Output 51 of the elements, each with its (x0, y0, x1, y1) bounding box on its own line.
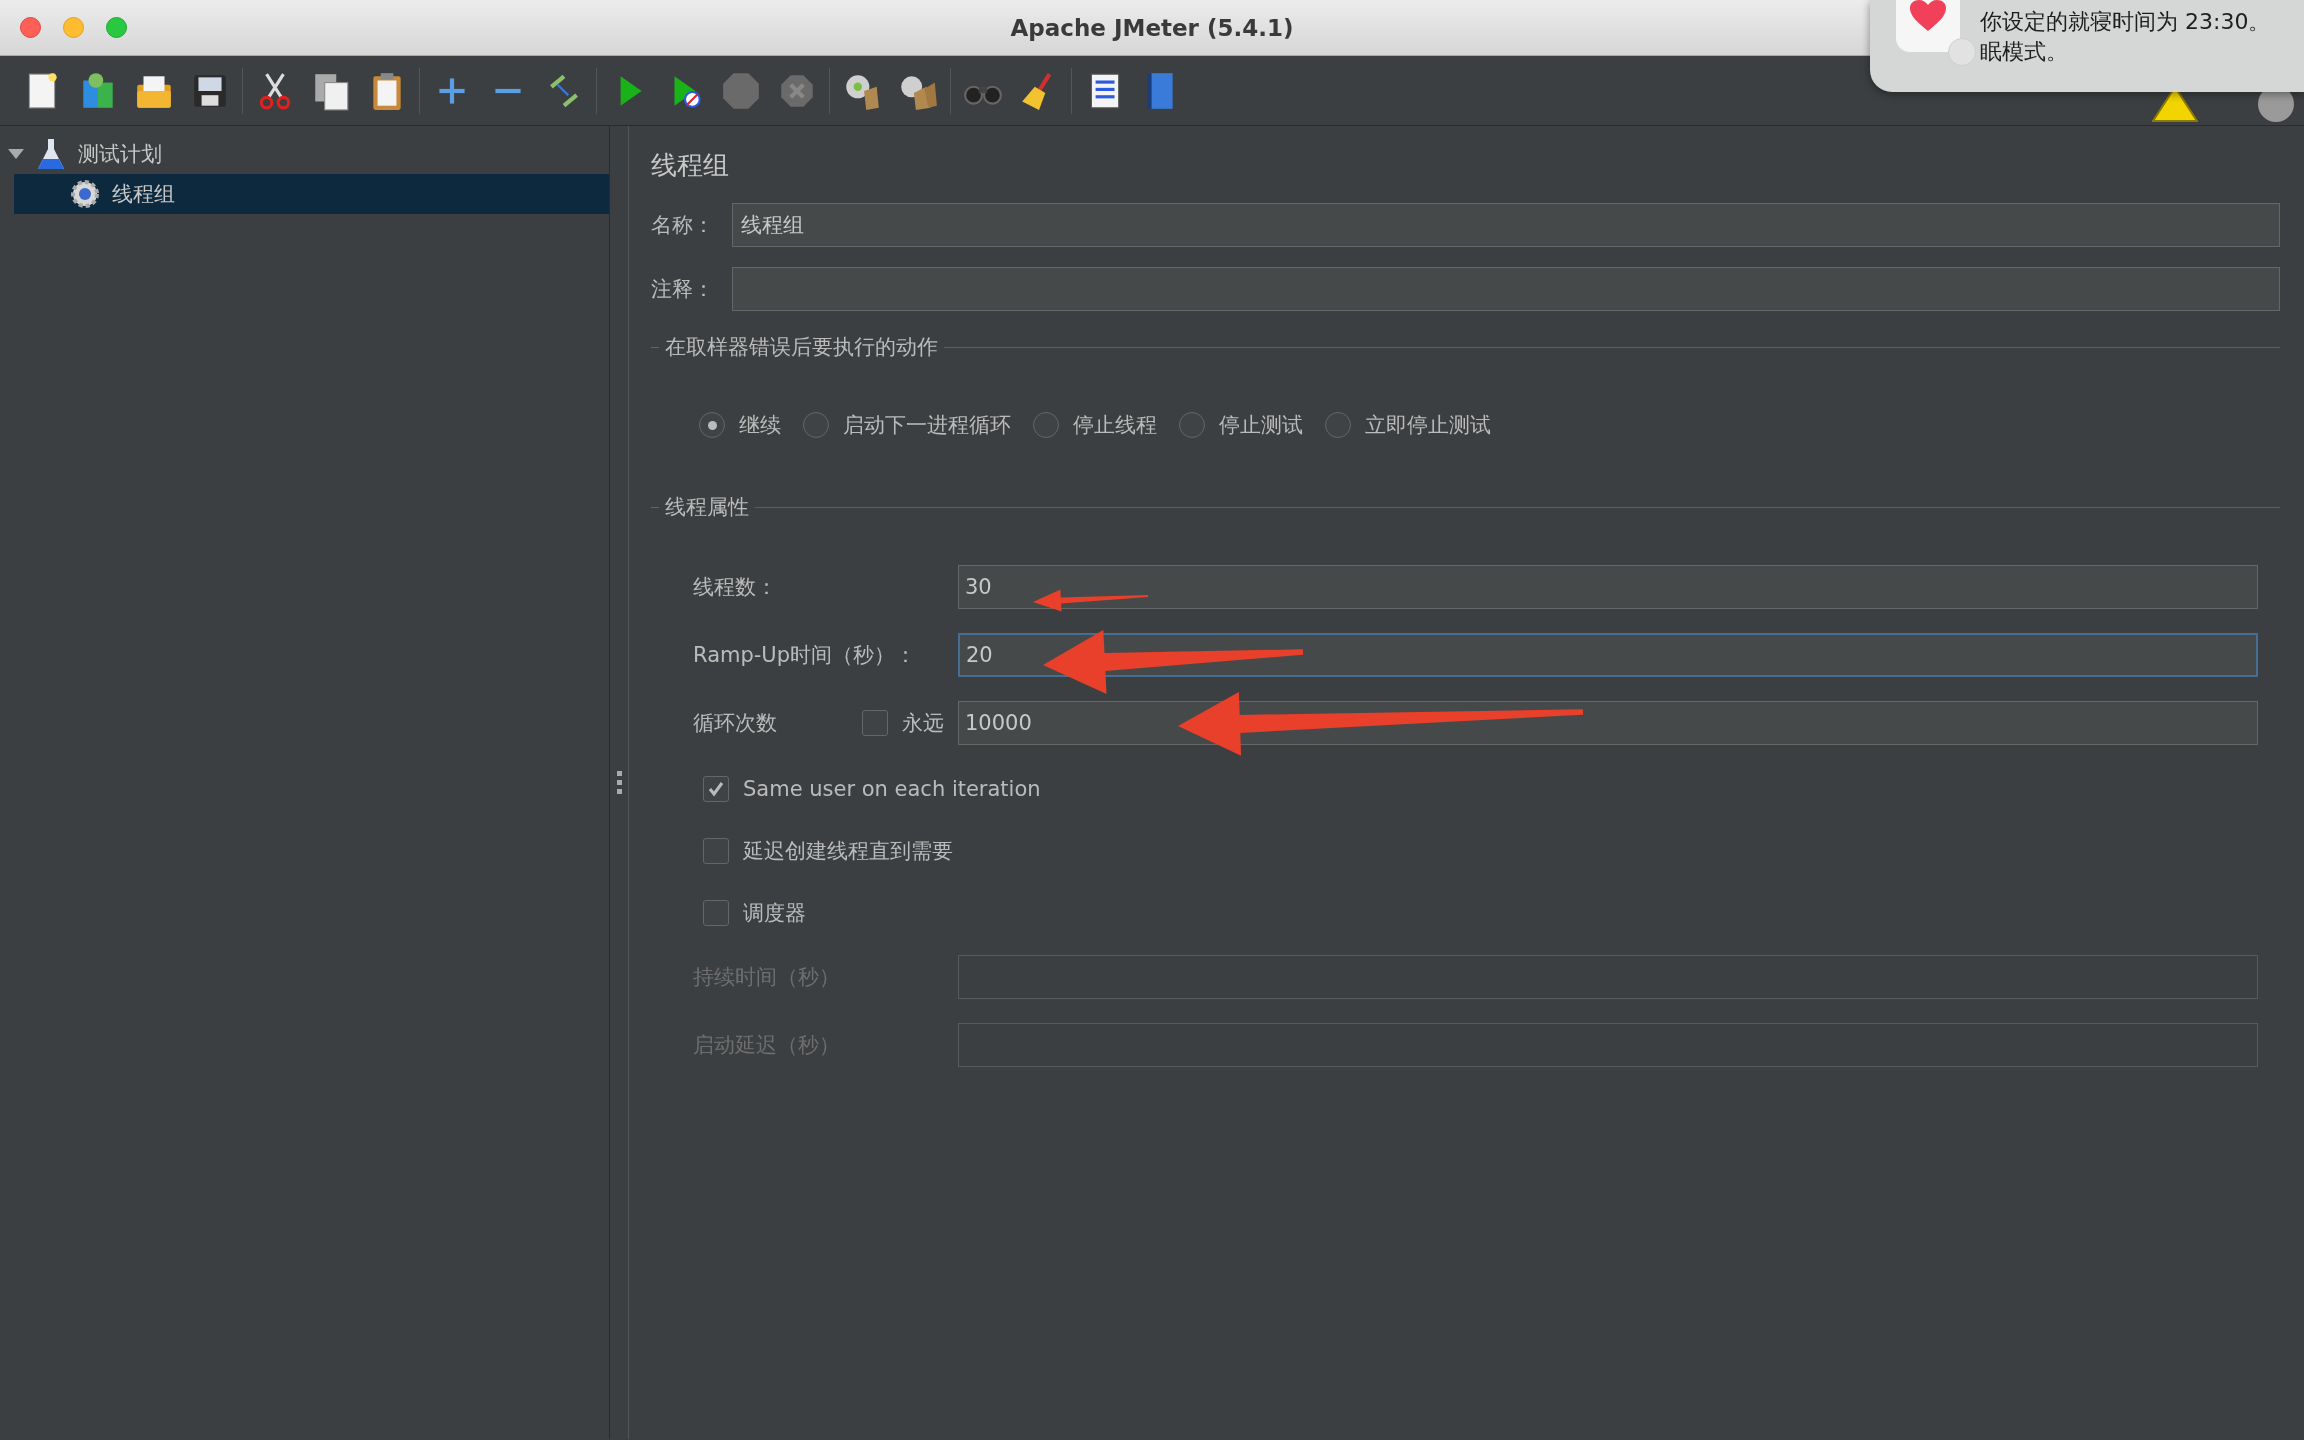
checkbox[interactable] (703, 776, 729, 802)
radio-label[interactable]: 停止线程 (1073, 411, 1157, 439)
phone-icon (1948, 38, 1976, 66)
radio-label[interactable]: 继续 (739, 411, 781, 439)
window-title: Apache JMeter (5.4.1) (1010, 14, 1294, 41)
input-field[interactable]: 20 (958, 633, 2258, 677)
checkbox-label[interactable]: 调度器 (743, 899, 806, 927)
tree-item[interactable]: 线程组 (14, 174, 609, 214)
checkbox[interactable] (703, 900, 729, 926)
name-field[interactable]: 线程组 (732, 203, 2280, 247)
checkbox-label[interactable]: 永远 (902, 709, 944, 737)
zoom-button[interactable] (106, 17, 127, 38)
radio-button[interactable] (1033, 412, 1059, 438)
radio-button[interactable] (699, 412, 725, 438)
comment-field[interactable] (732, 267, 2280, 311)
checkmark-icon (706, 779, 726, 799)
input-field[interactable] (958, 1023, 2258, 1067)
panel-title: 线程组 (651, 149, 730, 182)
radio-button[interactable] (1325, 412, 1351, 438)
radio-label[interactable]: 启动下一进程循环 (843, 411, 1011, 439)
app-icon (1896, 0, 1960, 52)
checkbox[interactable] (862, 710, 888, 736)
notification-text: 眠模式。 (1980, 38, 2069, 66)
radio-label[interactable]: 立即停止测试 (1365, 411, 1491, 439)
section-title: 线程属性 (665, 494, 749, 521)
checkbox-label[interactable]: Same user on each iteration (743, 777, 1041, 801)
expand-toggle-icon[interactable] (8, 148, 24, 160)
field-value: 10000 (965, 711, 1032, 735)
input-field[interactable]: 30 (958, 565, 2258, 609)
field-label: 名称： (651, 212, 714, 239)
notification-banner[interactable]: 你设定的就寝时间为 23:30。 眠模式。 (1870, 0, 2304, 92)
checkbox[interactable] (703, 838, 729, 864)
radio-label[interactable]: 停止测试 (1219, 411, 1303, 439)
field-value: 20 (966, 643, 993, 667)
input-field[interactable]: 10000 (958, 701, 2258, 745)
flask-icon (36, 137, 66, 171)
section-title: 在取样器错误后要执行的动作 (665, 334, 938, 361)
tree-item[interactable]: 测试计划 (78, 140, 162, 168)
field-label: Ramp-Up时间（秒）： (693, 642, 917, 669)
splitter-handle[interactable] (616, 770, 622, 795)
radio-button[interactable] (1179, 412, 1205, 438)
radio-button[interactable] (803, 412, 829, 438)
close-button[interactable] (20, 17, 41, 38)
checkbox-label[interactable]: 延迟创建线程直到需要 (743, 837, 953, 865)
field-label: 线程数： (693, 574, 777, 601)
field-label: 循环次数 (693, 710, 777, 737)
field-label: 注释： (651, 276, 714, 303)
notification-text: 你设定的就寝时间为 23:30。 (1980, 8, 2271, 36)
field-value: 30 (965, 575, 992, 599)
gear-icon (70, 177, 100, 211)
input-field[interactable] (958, 955, 2258, 999)
